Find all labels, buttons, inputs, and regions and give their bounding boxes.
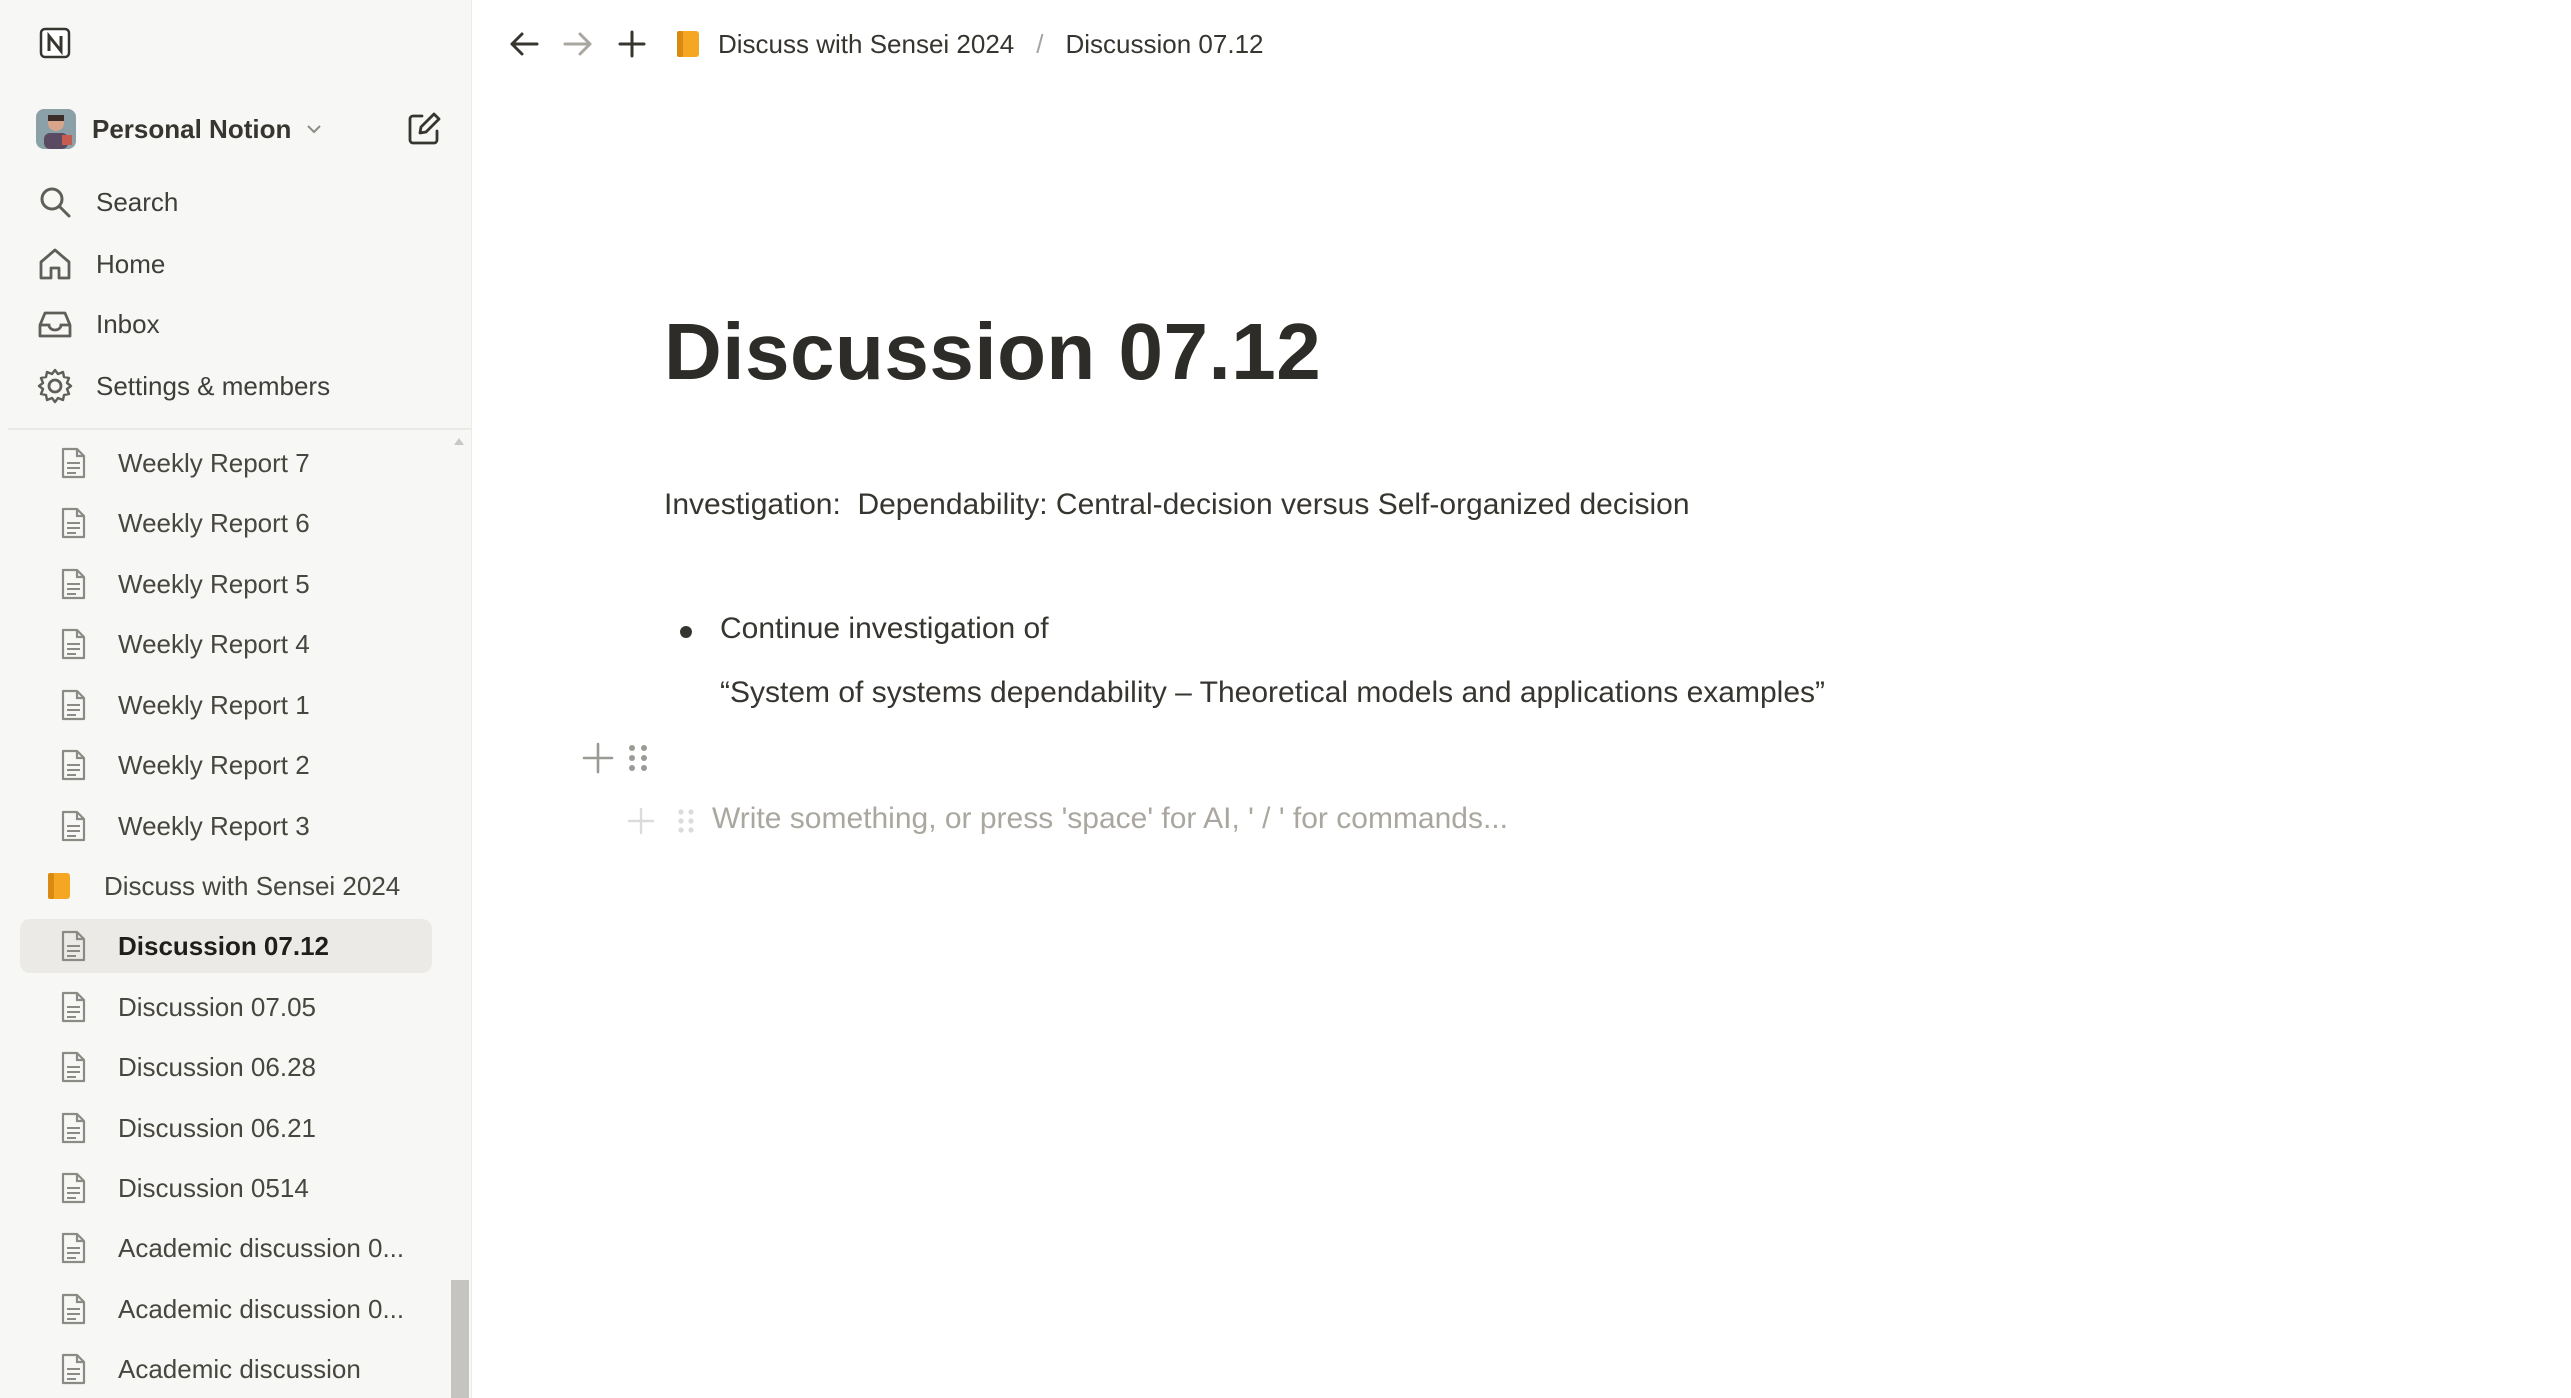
sidebar-search-label: Search <box>96 186 179 217</box>
sidebar-page-item[interactable]: Weekly Report 7 <box>20 436 432 490</box>
bullet-item-line2[interactable]: “System of systems dependability – Theor… <box>720 676 1825 710</box>
sidebar-settings[interactable]: Settings & members <box>36 360 330 412</box>
sidebar-page-item[interactable]: Weekly Report 4 <box>20 617 432 671</box>
sidebar-page-label: Discussion 06.21 <box>118 1112 316 1143</box>
sidebar-page-item[interactable]: Weekly Report 1 <box>20 678 432 732</box>
sidebar-page-item[interactable]: Weekly Report 5 <box>20 557 432 611</box>
sidebar-page-label: Weekly Report 3 <box>118 810 310 841</box>
folder-book-icon <box>677 31 699 57</box>
drag-handle-icon[interactable] <box>626 740 650 776</box>
breadcrumb-separator: / <box>1036 28 1044 59</box>
workspace-avatar <box>36 109 76 149</box>
page-icon <box>61 447 86 479</box>
empty-block-input[interactable] <box>712 802 2112 836</box>
sidebar-page-label: Academic discussion <box>118 1353 361 1384</box>
sidebar-home[interactable]: Home <box>36 238 165 290</box>
sidebar-page-label: Weekly Report 7 <box>118 447 310 478</box>
sidebar-page-label: Academic discussion 0... <box>118 1232 405 1263</box>
page-title[interactable]: Discussion 07.12 <box>664 306 1321 398</box>
sidebar-folder-item[interactable]: Discuss with Sensei 2024 <box>20 859 432 913</box>
gear-icon <box>37 368 73 404</box>
page-icon <box>61 1112 86 1144</box>
inbox-icon <box>38 311 72 338</box>
sidebar-page-label: Weekly Report 5 <box>118 568 310 599</box>
workspace-switcher[interactable]: Personal Notion <box>36 106 456 152</box>
sidebar-page-item[interactable]: Academic discussion <box>20 1342 432 1396</box>
sidebar-scrollbar-thumb[interactable] <box>451 1280 469 1398</box>
scroll-up-arrow-icon[interactable] <box>453 436 465 446</box>
sidebar-page-item[interactable]: Discussion 0514 <box>20 1161 432 1215</box>
back-button[interactable] <box>502 22 546 66</box>
sidebar-page-label: Discussion 07.05 <box>118 991 316 1022</box>
plus-icon <box>618 30 646 58</box>
page-icon <box>61 507 86 539</box>
sidebar: Personal Notion Search Home Inbox Settin… <box>0 0 472 1398</box>
paragraph-block[interactable]: Investigation: Dependability: Central-de… <box>664 488 1690 522</box>
page-icon <box>61 1293 86 1325</box>
folder-book-icon <box>48 873 70 899</box>
add-block-icon[interactable] <box>580 740 616 776</box>
page-icon <box>61 689 86 721</box>
page-icon <box>61 930 86 962</box>
sidebar-page-label: Weekly Report 4 <box>118 628 310 659</box>
sidebar-page-label: Weekly Report 6 <box>118 507 310 538</box>
home-icon <box>39 248 71 280</box>
sidebar-page-item[interactable]: Discussion 07.05 <box>20 980 432 1034</box>
topbar: Discuss with Sensei 2024 / Discussion 07… <box>472 0 2571 88</box>
drag-handle-faded-icon[interactable] <box>676 806 696 836</box>
page-icon <box>61 810 86 842</box>
forward-button[interactable] <box>556 22 600 66</box>
add-block-faded-icon[interactable] <box>626 806 656 836</box>
bullet-item-line1[interactable]: Continue investigation of <box>720 612 1049 646</box>
sidebar-page-item[interactable]: Academic discussion 0... <box>20 1282 432 1336</box>
page-icon <box>61 568 86 600</box>
chevron-down-icon <box>307 125 322 134</box>
bullet-dot <box>680 626 692 638</box>
search-icon <box>40 187 71 218</box>
notion-logo-icon[interactable] <box>38 26 72 60</box>
sidebar-divider <box>8 428 471 430</box>
sidebar-page-label: Weekly Report 2 <box>118 749 310 780</box>
sidebar-page-item[interactable]: Academic discussion 0... <box>20 1221 432 1275</box>
sidebar-search[interactable]: Search <box>36 176 178 228</box>
new-tab-button[interactable] <box>610 22 654 66</box>
workspace-name: Personal Notion <box>92 113 292 144</box>
page-icon <box>61 991 86 1023</box>
page-icon <box>61 1353 86 1385</box>
page-icon <box>61 1051 86 1083</box>
sidebar-page-label: Weekly Report 1 <box>118 689 310 720</box>
sidebar-page-item[interactable]: Discussion 06.28 <box>20 1040 432 1094</box>
sidebar-page-item[interactable]: Discussion 06.21 <box>20 1101 432 1155</box>
page-icon <box>61 628 86 660</box>
page-icon <box>61 1232 86 1264</box>
arrow-left-icon <box>510 32 539 56</box>
sidebar-page-label: Discussion 06.28 <box>118 1051 316 1082</box>
sidebar-home-label: Home <box>96 248 166 279</box>
sidebar-inbox[interactable]: Inbox <box>36 298 160 350</box>
breadcrumb-current[interactable]: Discussion 07.12 <box>1066 29 1264 60</box>
sidebar-inbox-label: Inbox <box>96 308 160 339</box>
sidebar-page-item[interactable]: Weekly Report 6 <box>20 496 432 550</box>
sidebar-page-item[interactable]: Weekly Report 3 <box>20 799 432 853</box>
arrow-right-icon <box>563 32 592 56</box>
sidebar-page-label: Discussion 0514 <box>118 1172 309 1203</box>
page-icon <box>61 1172 86 1204</box>
sidebar-page-item[interactable]: Weekly Report 2 <box>20 738 432 792</box>
new-page-icon[interactable] <box>405 110 443 148</box>
sidebar-page-label: Discuss with Sensei 2024 <box>104 870 401 901</box>
sidebar-page-item[interactable]: Discussion 07.12 <box>20 919 432 973</box>
sidebar-page-label: Discussion 07.12 <box>118 930 329 961</box>
breadcrumb-parent[interactable]: Discuss with Sensei 2024 <box>718 29 1014 60</box>
page-icon <box>61 749 86 781</box>
sidebar-page-label: Academic discussion 0... <box>118 1293 405 1324</box>
sidebar-settings-label: Settings & members <box>96 370 331 401</box>
